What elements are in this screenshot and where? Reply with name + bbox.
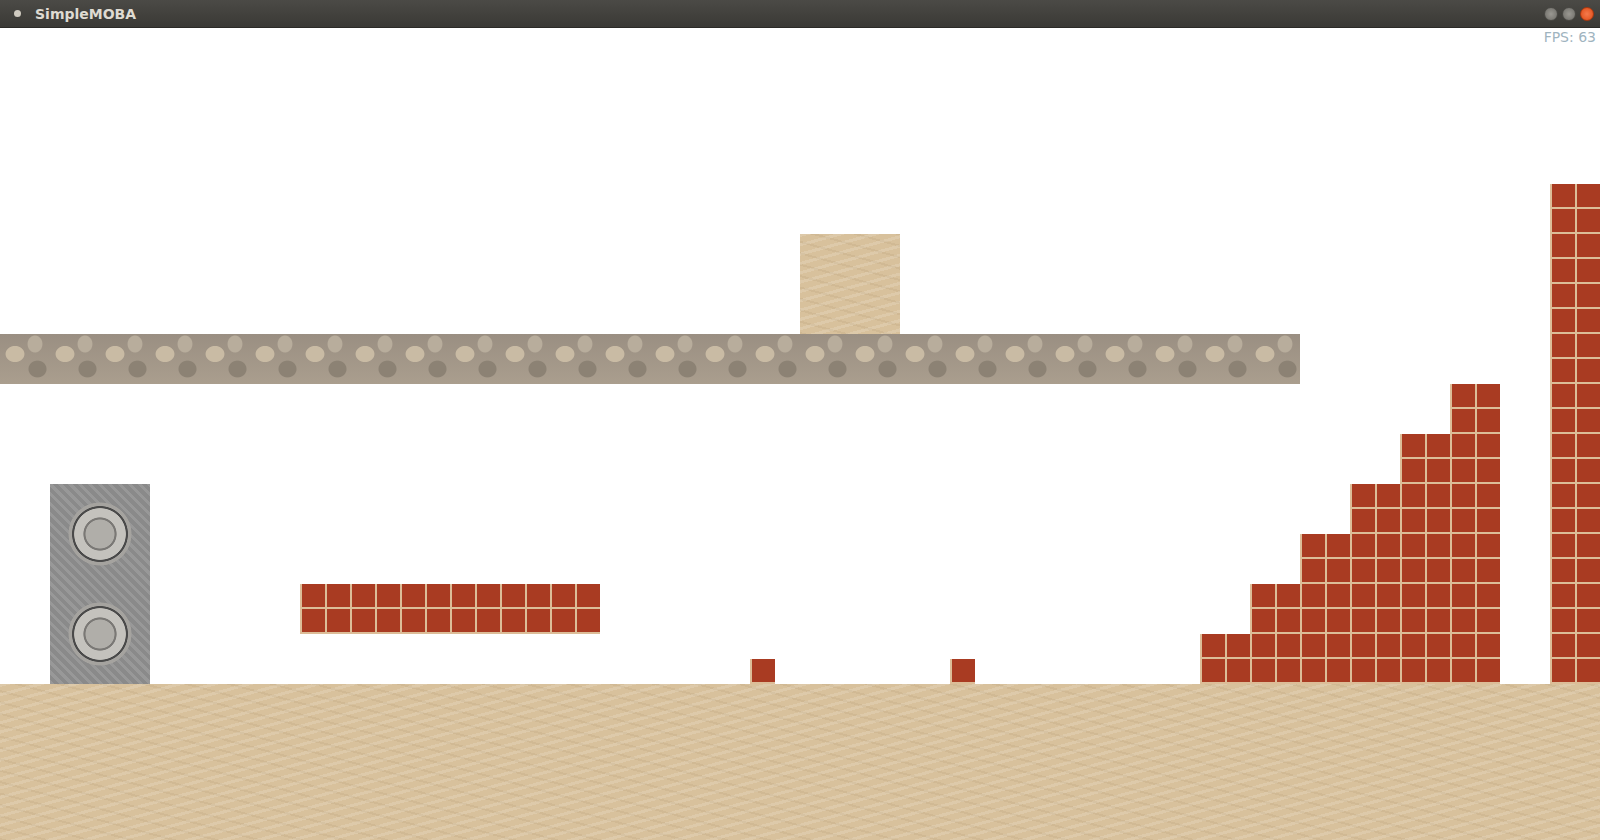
- manhole-pillar: [50, 484, 150, 684]
- window-title: SimpleMOBA: [35, 6, 1530, 22]
- small-brick: [750, 659, 775, 684]
- brick-stair: [1350, 484, 1400, 684]
- brick-wall: [1550, 184, 1600, 684]
- minimize-icon[interactable]: [1544, 7, 1558, 21]
- game-canvas[interactable]: FPS: 63: [0, 28, 1600, 840]
- fps-counter: FPS: 63: [1544, 28, 1596, 46]
- window-controls: [1544, 7, 1594, 21]
- close-icon[interactable]: [1580, 7, 1594, 21]
- maximize-icon[interactable]: [1562, 7, 1576, 21]
- sand-ground: [0, 684, 1600, 840]
- app-icon: [14, 10, 21, 17]
- sand-block: [800, 234, 900, 334]
- brick-stair: [1200, 634, 1250, 684]
- brick-platform: [300, 584, 600, 634]
- game-window: SimpleMOBA FPS: 63: [0, 0, 1600, 840]
- stone-platform: [0, 334, 1300, 384]
- brick-stair: [1250, 584, 1300, 684]
- title-bar: SimpleMOBA: [0, 0, 1600, 28]
- brick-stair: [1400, 434, 1450, 684]
- brick-stair: [1450, 384, 1500, 684]
- small-brick: [950, 659, 975, 684]
- brick-stair: [1300, 534, 1350, 684]
